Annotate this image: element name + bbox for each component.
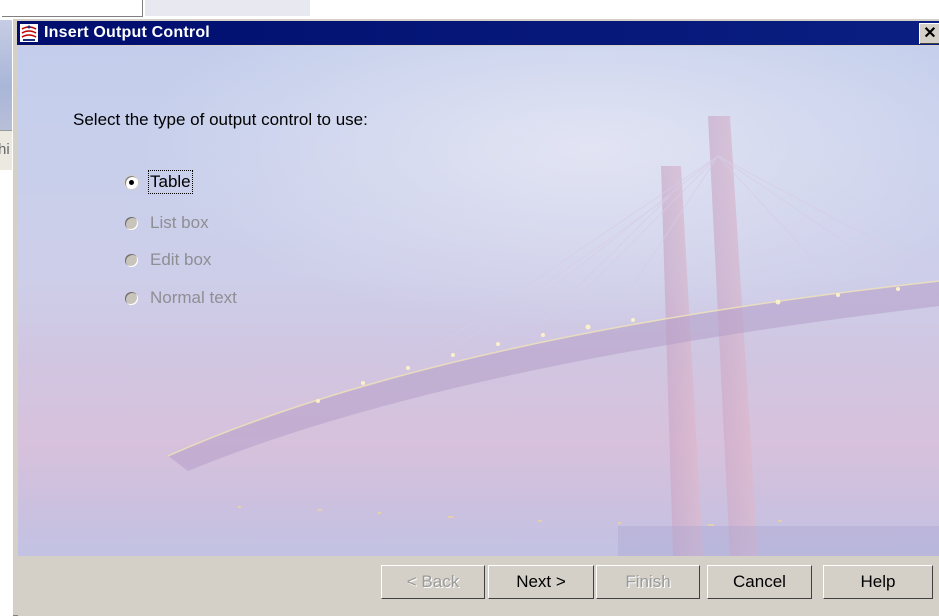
next-button[interactable]: Next > bbox=[488, 565, 594, 599]
radio-table[interactable] bbox=[125, 175, 138, 189]
background-tab-label: hi bbox=[0, 141, 10, 158]
option-label-list-box[interactable]: List box bbox=[150, 213, 209, 233]
radio-selected-dot bbox=[129, 179, 134, 185]
dialog-title: Insert Output Control bbox=[44, 24, 210, 41]
radio-normal-text[interactable] bbox=[125, 291, 138, 305]
help-button[interactable]: Help bbox=[823, 565, 933, 599]
background-panel bbox=[145, 0, 310, 16]
wizard-image-panel: Select the type of output control to use… bbox=[18, 46, 939, 556]
radio-list-box[interactable] bbox=[125, 216, 138, 230]
cancel-button[interactable]: Cancel bbox=[707, 565, 812, 599]
wizard-button-bar: < Back Next > Finish Cancel Help bbox=[18, 556, 939, 616]
back-button[interactable]: < Back bbox=[381, 565, 485, 599]
close-icon: ✕ bbox=[923, 25, 937, 42]
background-field bbox=[2, 0, 143, 17]
title-bar[interactable]: Insert Output Control ✕ bbox=[17, 21, 939, 45]
prompt-label: Select the type of output control to use… bbox=[73, 110, 368, 129]
radio-edit-box[interactable] bbox=[125, 253, 138, 267]
option-list-box[interactable]: List box bbox=[125, 212, 209, 234]
option-edit-box[interactable]: Edit box bbox=[125, 249, 211, 271]
option-label-normal-text[interactable]: Normal text bbox=[150, 288, 237, 308]
option-label-table[interactable]: Table bbox=[148, 170, 193, 194]
insert-output-control-dialog: Insert Output Control ✕ Select the type … bbox=[12, 18, 939, 616]
close-button[interactable]: ✕ bbox=[919, 23, 939, 44]
option-normal-text[interactable]: Normal text bbox=[125, 287, 237, 309]
option-table[interactable]: Table bbox=[125, 170, 193, 194]
option-label-edit-box[interactable]: Edit box bbox=[150, 250, 211, 270]
app-icon bbox=[19, 23, 39, 43]
finish-button[interactable]: Finish bbox=[596, 565, 700, 599]
